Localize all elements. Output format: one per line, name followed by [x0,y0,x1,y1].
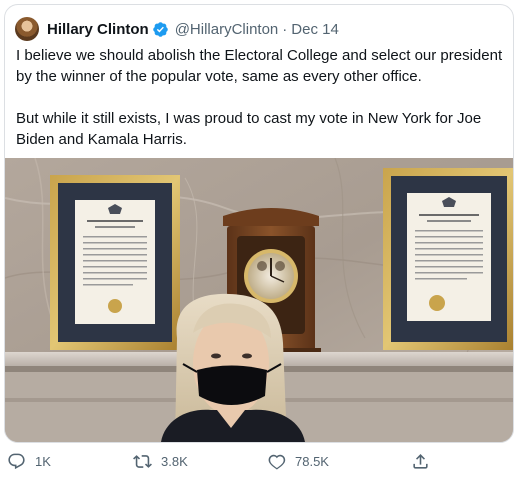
like-count: 78.5K [295,453,329,469]
share-icon [413,453,428,469]
heart-icon [268,454,286,469]
verified-badge-icon [152,21,168,37]
reply-count: 1K [35,453,51,469]
share-button[interactable] [411,448,430,474]
tweet-header: Hillary Clinton @HillaryClinton · Dec 14 [15,16,339,42]
separator-dot: · [282,20,288,38]
photo-illustration [5,158,513,442]
tweet-photo[interactable] [5,158,513,442]
author-avatar[interactable] [15,17,39,41]
tweet-actions: 1K 3.8K 78.5K [0,448,525,474]
retweet-button[interactable]: 3.8K [133,448,188,474]
like-button[interactable]: 78.5K [267,448,329,474]
tweet-paragraph-2: But while it still exists, I was proud t… [16,110,482,148]
retweet-icon [133,454,152,468]
reply-icon [8,453,25,469]
tweet-text: I believe we should abolish the Electora… [16,45,508,150]
tweet-date[interactable]: Dec 14 [291,21,339,38]
author-handle[interactable]: @HillaryClinton [175,21,279,38]
tweet-card[interactable]: Hillary Clinton @HillaryClinton · Dec 14… [4,4,514,443]
author-name[interactable]: Hillary Clinton [47,21,149,38]
tweet-paragraph-1: I believe we should abolish the Electora… [16,47,503,85]
reply-button[interactable]: 1K [7,448,51,474]
retweet-count: 3.8K [161,453,188,469]
